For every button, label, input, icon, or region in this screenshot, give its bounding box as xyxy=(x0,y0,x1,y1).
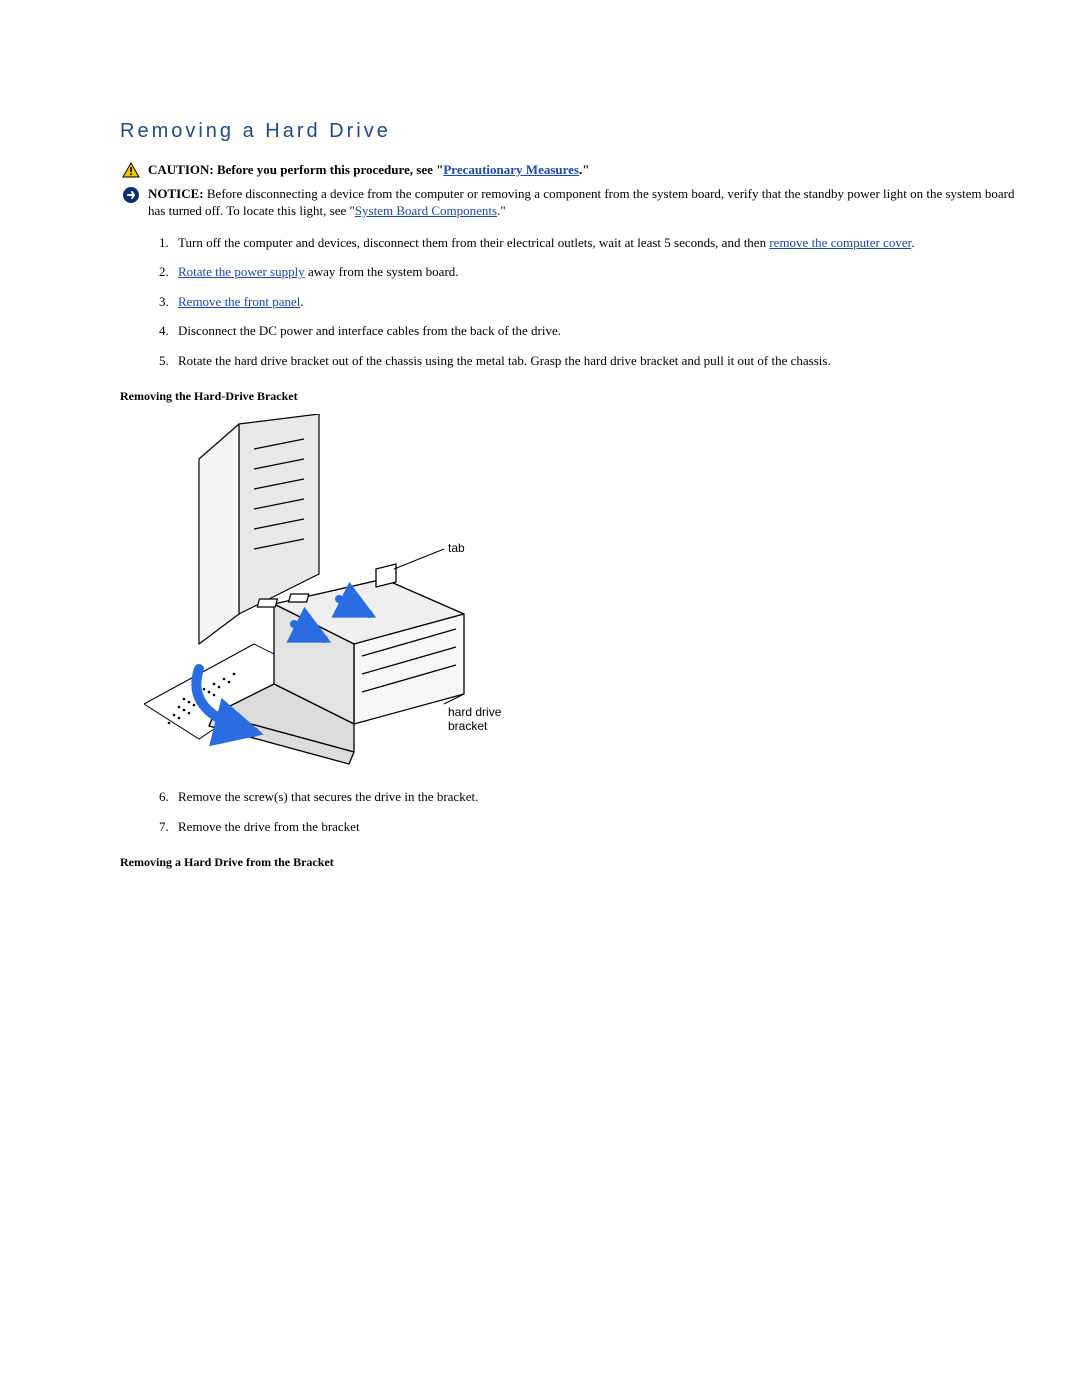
step-text: . xyxy=(300,294,303,309)
step-text: Rotate the hard drive bracket out of the… xyxy=(178,353,831,368)
step-text: away from the system board. xyxy=(305,264,459,279)
step-item: Rotate the power supply away from the sy… xyxy=(172,263,1020,281)
link-precautionary-measures[interactable]: Precautionary Measures xyxy=(443,162,579,177)
step-item: Disconnect the DC power and interface ca… xyxy=(172,322,1020,340)
notice-label: NOTICE: xyxy=(148,186,204,201)
link-rotate-power-supply[interactable]: Rotate the power supply xyxy=(178,264,305,279)
link-remove-front-panel[interactable]: Remove the front panel xyxy=(178,294,300,309)
figure-hard-drive-bracket: tab hard drive bracket xyxy=(144,414,1020,774)
link-remove-computer-cover[interactable]: remove the computer cover xyxy=(769,235,911,250)
notice-row: NOTICE: Before disconnecting a device fr… xyxy=(120,185,1020,220)
caution-text: CAUTION: Before you perform this procedu… xyxy=(142,161,1020,179)
figure-label-bracket-1: hard drive xyxy=(448,705,502,719)
caution-before: Before you perform this procedure, see " xyxy=(214,162,444,177)
step-item: Remove the front panel. xyxy=(172,293,1020,311)
step-text: Disconnect the DC power and interface ca… xyxy=(178,323,561,338)
caution-row: CAUTION: Before you perform this procedu… xyxy=(120,161,1020,179)
step-item: Remove the screw(s) that secures the dri… xyxy=(172,788,1020,806)
step-text: Turn off the computer and devices, disco… xyxy=(178,235,769,250)
document-page: Removing a Hard Drive CAUTION: Before yo… xyxy=(0,0,1080,1397)
steps-list-b: Remove the screw(s) that secures the dri… xyxy=(120,788,1020,835)
notice-after: ." xyxy=(497,203,506,218)
step-item: Remove the drive from the bracket xyxy=(172,818,1020,836)
figure-caption-1: Removing the Hard-Drive Bracket xyxy=(120,389,1020,404)
caution-label: CAUTION: xyxy=(148,162,214,177)
step-item: Rotate the hard drive bracket out of the… xyxy=(172,352,1020,370)
step-text: Remove the drive from the bracket xyxy=(178,819,360,834)
step-text: . xyxy=(911,235,914,250)
notice-text: NOTICE: Before disconnecting a device fr… xyxy=(142,185,1020,220)
step-item: Turn off the computer and devices, disco… xyxy=(172,234,1020,252)
caution-after: ." xyxy=(579,162,589,177)
figure-label-bracket-2: bracket xyxy=(448,719,488,733)
notice-icon xyxy=(120,185,142,204)
steps-list-a: Turn off the computer and devices, disco… xyxy=(120,234,1020,370)
notice-before: Before disconnecting a device from the c… xyxy=(148,186,1014,219)
hard-drive-bracket-illustration: tab hard drive bracket xyxy=(144,414,564,774)
page-title: Removing a Hard Drive xyxy=(120,120,1020,143)
figure-caption-2: Removing a Hard Drive from the Bracket xyxy=(120,855,1020,870)
figure-label-tab: tab xyxy=(448,541,465,555)
step-text: Remove the screw(s) that secures the dri… xyxy=(178,789,478,804)
caution-icon xyxy=(120,161,142,178)
link-system-board-components[interactable]: System Board Components xyxy=(355,203,497,218)
